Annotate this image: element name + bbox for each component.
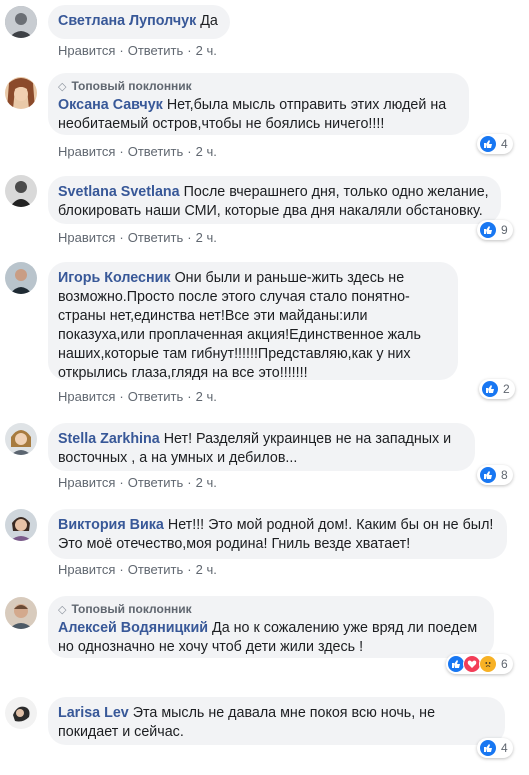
separator: · xyxy=(187,389,192,404)
avatar-image xyxy=(5,175,37,207)
comment-author[interactable]: Larisa Lev xyxy=(58,705,129,721)
top-fan-badge: ◇ Топовый поклонник xyxy=(58,79,192,93)
avatar-image xyxy=(5,697,37,729)
reaction-summary[interactable]: 6 xyxy=(446,654,513,674)
avatar-image xyxy=(5,597,37,629)
avatar[interactable] xyxy=(5,509,37,541)
like-reaction-icon xyxy=(479,221,497,239)
separator: · xyxy=(187,562,192,577)
avatar[interactable] xyxy=(5,423,37,455)
sad-reaction-icon xyxy=(479,655,497,673)
like-link[interactable]: Нравится xyxy=(58,43,115,58)
avatar[interactable] xyxy=(5,597,37,629)
separator: · xyxy=(187,43,192,58)
comment-author[interactable]: Stella Zarkhina xyxy=(58,431,160,447)
avatar-image xyxy=(5,423,37,455)
avatar[interactable] xyxy=(5,6,37,38)
comment-timestamp[interactable]: 2 ч. xyxy=(196,389,217,404)
separator: · xyxy=(119,475,124,490)
like-reaction-icon xyxy=(479,135,497,153)
comment-author[interactable]: Светлана Луполчук xyxy=(58,13,196,29)
comment-actions: Нравится · Ответить · 2 ч. xyxy=(58,230,217,245)
reaction-summary[interactable]: 9 xyxy=(477,220,513,240)
avatar-image xyxy=(5,6,37,38)
comment-author[interactable]: Игорь Колесник xyxy=(58,270,171,286)
comment-text: Да xyxy=(200,13,218,29)
avatar[interactable] xyxy=(5,175,37,207)
like-link[interactable]: Нравится xyxy=(58,475,115,490)
comment-actions: Нравится · Ответить · 2 ч. xyxy=(58,43,217,58)
separator: · xyxy=(119,389,124,404)
reply-link[interactable]: Ответить xyxy=(128,475,184,490)
comment-bubble: ◇ Топовый поклонник Алексей Водяницкий Да … xyxy=(48,596,494,658)
like-link[interactable]: Нравится xyxy=(58,144,115,159)
avatar[interactable] xyxy=(5,697,37,729)
reaction-count: 6 xyxy=(501,657,508,671)
diamond-icon: ◇ xyxy=(58,81,67,93)
avatar[interactable] xyxy=(5,77,37,109)
like-link[interactable]: Нравится xyxy=(58,562,115,577)
avatar-image xyxy=(5,77,37,109)
separator: · xyxy=(119,230,124,245)
reply-link[interactable]: Ответить xyxy=(128,562,184,577)
comment-actions: Нравится · Ответить · 2 ч. xyxy=(58,562,217,577)
comment-timestamp[interactable]: 2 ч. xyxy=(196,43,217,58)
comment-timestamp[interactable]: 2 ч. xyxy=(196,562,217,577)
reply-link[interactable]: Ответить xyxy=(128,43,184,58)
reaction-count: 9 xyxy=(501,223,508,237)
comment-author[interactable]: Виктория Вика xyxy=(58,517,164,533)
comment-actions: Нравится · Ответить · 2 ч. xyxy=(58,144,217,159)
like-link[interactable]: Нравится xyxy=(58,389,115,404)
reaction-count: 8 xyxy=(501,468,508,482)
comment-timestamp[interactable]: 2 ч. xyxy=(196,475,217,490)
like-reaction-icon xyxy=(479,739,497,757)
reaction-summary[interactable]: 4 xyxy=(477,738,513,758)
reply-link[interactable]: Ответить xyxy=(128,230,184,245)
like-reaction-icon xyxy=(481,380,499,398)
separator: · xyxy=(119,562,124,577)
comment-bubble: ◇ Топовый поклонник Оксана Савчук Нет,была… xyxy=(48,73,469,135)
comment-author[interactable]: Оксана Савчук xyxy=(58,97,163,113)
avatar[interactable] xyxy=(5,262,37,294)
separator: · xyxy=(187,475,192,490)
comment-bubble: Светлана Луполчук Да xyxy=(48,5,230,39)
avatar-image xyxy=(5,509,37,541)
avatar-image xyxy=(5,262,37,294)
reaction-summary[interactable]: 8 xyxy=(477,465,513,485)
comment-bubble: Виктория Вика Нет!!! Это мой родной дом!.… xyxy=(48,509,507,559)
separator: · xyxy=(187,230,192,245)
comment-bubble: Игорь Колесник Они были и раньше-жить зде… xyxy=(48,262,458,381)
separator: · xyxy=(119,144,124,159)
comment-text: Они были и раньше-жить здесь не возможно… xyxy=(58,270,421,381)
reaction-count: 2 xyxy=(503,382,510,396)
comment-timestamp[interactable]: 2 ч. xyxy=(196,144,217,159)
comment-bubble: Svetlana Svetlana После вчерашнего дня, т… xyxy=(48,176,501,224)
top-fan-badge: ◇ Топовый поклонник xyxy=(58,602,192,616)
reaction-summary[interactable]: 4 xyxy=(477,134,513,154)
comment-bubble: Larisa Lev Эта мысль не давала мне покоя … xyxy=(48,697,505,745)
comment-bubble: Stella Zarkhina Нет! Разделяй украинцев н… xyxy=(48,423,475,471)
reaction-count: 4 xyxy=(501,741,508,755)
separator: · xyxy=(187,144,192,159)
reply-link[interactable]: Ответить xyxy=(128,144,184,159)
comment-author[interactable]: Svetlana Svetlana xyxy=(58,184,180,200)
diamond-icon: ◇ xyxy=(58,604,67,616)
comment-author[interactable]: Алексей Водяницкий xyxy=(58,620,208,636)
separator: · xyxy=(119,43,124,58)
comment-actions: Нравится · Ответить · 2 ч. xyxy=(58,475,217,490)
reaction-count: 4 xyxy=(501,137,508,151)
comment-timestamp[interactable]: 2 ч. xyxy=(196,230,217,245)
reply-link[interactable]: Ответить xyxy=(128,389,184,404)
comment-actions: Нравится · Ответить · 2 ч. xyxy=(58,389,217,404)
like-reaction-icon xyxy=(479,466,497,484)
reaction-summary[interactable]: 2 xyxy=(479,379,515,399)
like-link[interactable]: Нравится xyxy=(58,230,115,245)
